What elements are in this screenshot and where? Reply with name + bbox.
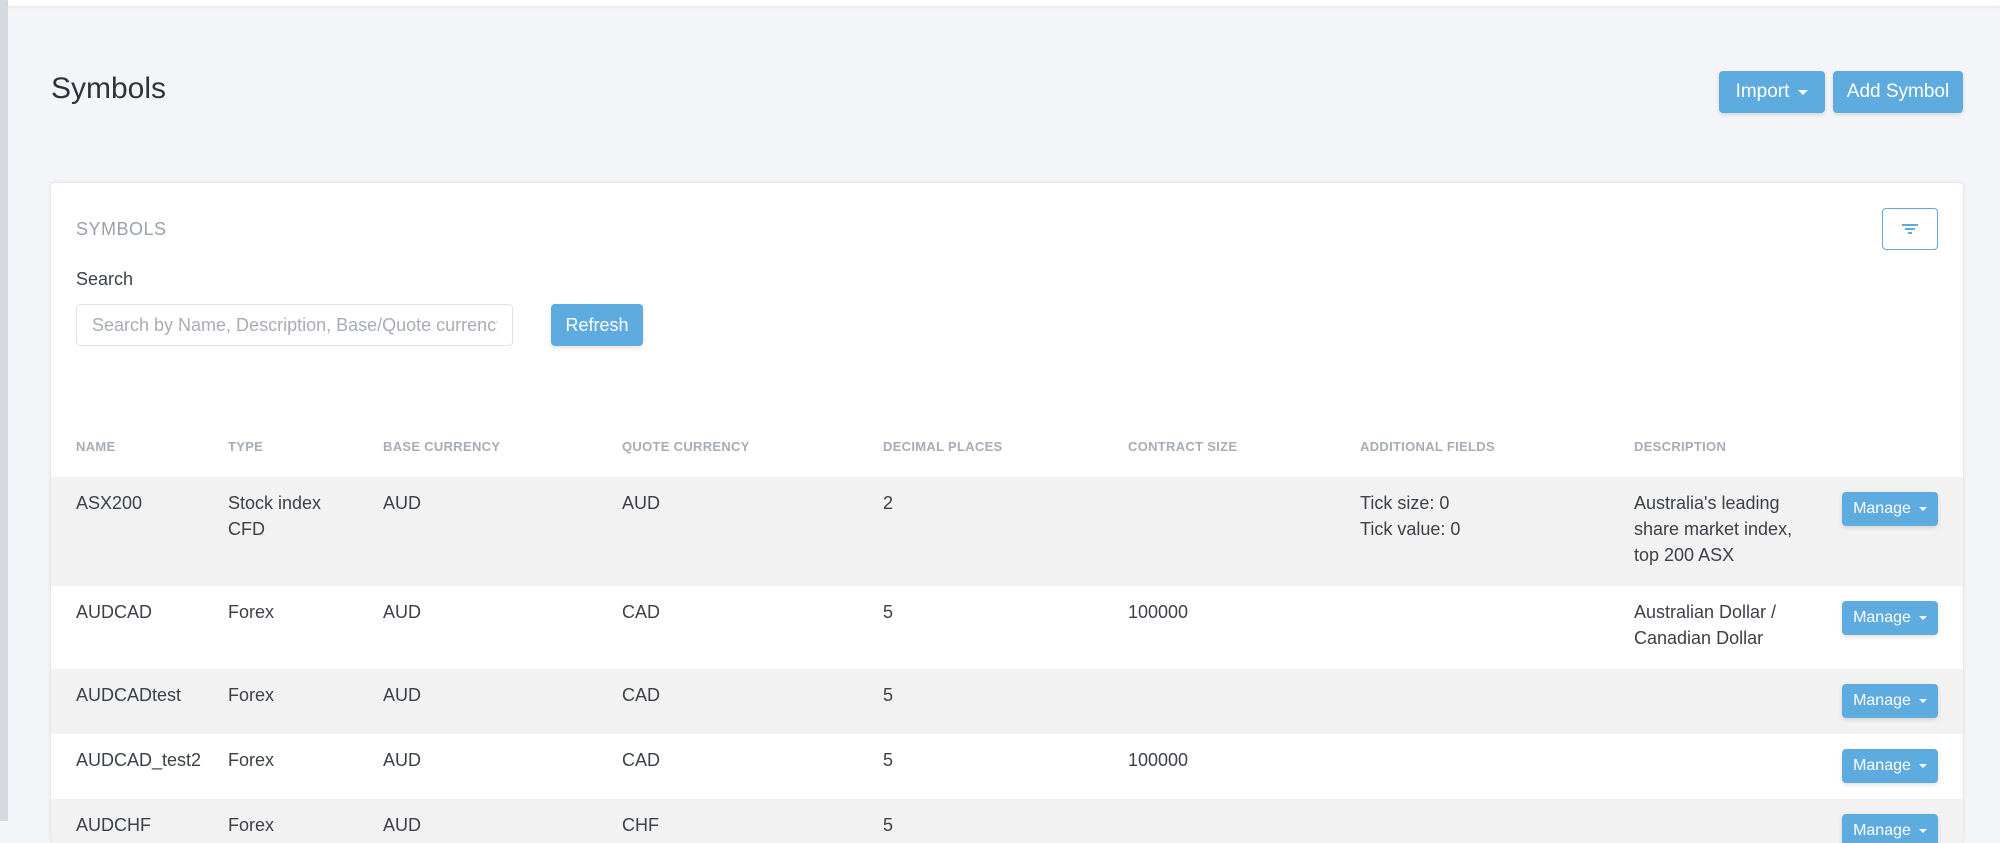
cell-base-currency: AUD — [383, 815, 422, 835]
import-button-label: Import — [1735, 81, 1790, 102]
caret-down-icon — [1798, 89, 1809, 95]
cell-name: AUDCHF — [76, 815, 151, 835]
manage-button-label: Manage — [1853, 500, 1911, 517]
cell-contract-size: 100000 — [1128, 602, 1189, 622]
column-header-name: NAME — [76, 439, 116, 454]
table-row: AUDCAD_test2 Forex AUD CAD 5 100000 Mana… — [51, 734, 1963, 799]
column-header-decimal-places: DECIMAL PLACES — [883, 439, 1003, 454]
filter-toggle-button[interactable] — [1882, 208, 1938, 250]
table-header: NAME TYPE BASE CURRENCY QUOTE CURRENCY D… — [51, 429, 1963, 477]
additional-field: Tick size: 0 — [1360, 493, 1450, 513]
cell-decimal-places: 5 — [883, 815, 894, 835]
manage-dropdown-button[interactable]: Manage — [1842, 749, 1938, 783]
manage-button-label: Manage — [1853, 822, 1911, 839]
search-label: Search — [76, 269, 134, 289]
cell-type: Forex — [228, 750, 275, 770]
cell-quote-currency: CAD — [622, 602, 661, 622]
refresh-button[interactable]: Refresh — [551, 304, 643, 346]
manage-dropdown-button[interactable]: Manage — [1842, 814, 1938, 843]
top-navbar — [8, 0, 2000, 6]
caret-down-icon — [1918, 699, 1927, 703]
sidebar-rail — [0, 0, 8, 821]
import-dropdown-button[interactable]: Import — [1719, 71, 1825, 113]
cell-name: AUDCAD — [76, 602, 153, 622]
cell-quote-currency: CAD — [622, 750, 661, 770]
cell-quote-currency: CAD — [622, 685, 661, 705]
caret-down-icon — [1918, 829, 1927, 833]
cell-type: Forex — [228, 602, 275, 622]
cell-quote-currency: AUD — [622, 493, 661, 513]
cell-decimal-places: 2 — [883, 493, 894, 513]
cell-type: Stock index CFD — [228, 493, 322, 539]
cell-decimal-places: 5 — [883, 602, 894, 622]
cell-type: Forex — [228, 815, 275, 835]
table-row: AUDCAD Forex AUD CAD 5 100000 Australian… — [51, 586, 1963, 669]
manage-dropdown-button[interactable]: Manage — [1842, 601, 1938, 635]
column-header-quote-currency: QUOTE CURRENCY — [622, 439, 750, 454]
cell-decimal-places: 5 — [883, 750, 894, 770]
caret-down-icon — [1918, 764, 1927, 768]
cell-contract-size: 100000 — [1128, 750, 1189, 770]
cell-description: Australia's leading share market index, … — [1634, 493, 1793, 565]
cell-additional-fields: Tick size: 0 Tick value: 0 — [1360, 490, 1460, 542]
cell-quote-currency: CHF — [622, 815, 659, 835]
cell-base-currency: AUD — [383, 685, 422, 705]
table-row: AUDCADtest Forex AUD CAD 5 Manage — [51, 669, 1963, 734]
column-header-base-currency: BASE CURRENCY — [383, 439, 501, 454]
cell-name: AUDCAD_test2 — [76, 750, 202, 770]
cell-decimal-places: 5 — [883, 685, 894, 705]
cell-base-currency: AUD — [383, 602, 422, 622]
manage-dropdown-button[interactable]: Manage — [1842, 492, 1938, 526]
column-header-description: DESCRIPTION — [1634, 439, 1727, 454]
manage-dropdown-button[interactable]: Manage — [1842, 684, 1938, 718]
cell-type: Forex — [228, 685, 275, 705]
filter-icon — [1902, 224, 1918, 234]
table-row: ASX200 Stock index CFD AUD AUD 2 Tick si… — [51, 477, 1963, 586]
cell-description: Australian Dollar / Canadian Dollar — [1634, 602, 1777, 648]
column-header-contract-size: CONTRACT SIZE — [1128, 439, 1238, 454]
table-row: AUDCHF Forex AUD CHF 5 Manage — [51, 799, 1963, 843]
manage-button-label: Manage — [1853, 757, 1911, 774]
caret-down-icon — [1918, 616, 1927, 620]
column-header-additional-fields: ADDITIONAL FIELDS — [1360, 439, 1495, 454]
search-input[interactable] — [76, 304, 513, 346]
symbols-card: SYMBOLS Search Refresh NAME TYPE BASE CU… — [51, 183, 1963, 843]
manage-button-label: Manage — [1853, 609, 1911, 626]
cell-name: AUDCADtest — [76, 685, 182, 705]
cell-base-currency: AUD — [383, 750, 422, 770]
card-heading: SYMBOLS — [76, 219, 167, 239]
cell-name: ASX200 — [76, 493, 143, 513]
cell-base-currency: AUD — [383, 493, 422, 513]
column-header-type: TYPE — [228, 439, 264, 454]
additional-field: Tick value: 0 — [1360, 519, 1461, 539]
caret-down-icon — [1918, 507, 1927, 511]
page-title: Symbols — [51, 72, 167, 105]
add-symbol-button[interactable]: Add Symbol — [1833, 71, 1963, 113]
manage-button-label: Manage — [1853, 692, 1911, 709]
